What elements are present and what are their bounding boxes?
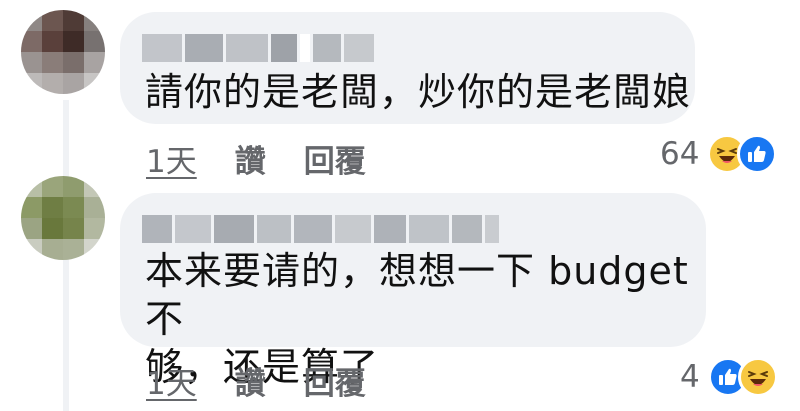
reaction-count: 4 [680,359,700,395]
avatar-pixel [21,239,42,260]
avatar-pixel [84,239,105,260]
avatar-pixel [42,10,63,31]
comment-text: 請你的是老闆，炒你的是老闆娘 [145,70,692,114]
avatar-pixel [84,52,105,73]
comment-actions: 1天 讚 回覆 [146,358,366,403]
avatar-pixel [21,52,42,73]
avatar-pixel [84,197,105,218]
avatar-pixel [21,218,42,239]
haha-icon [737,357,778,397]
author-name-blurred[interactable] [142,215,499,243]
reaction-count: 64 [660,136,700,172]
comment-bubble: 請你的是老闆，炒你的是老闆娘 [120,12,695,124]
avatar-pixel [63,197,84,218]
avatar-pixel [21,31,42,52]
avatar-pixel [63,31,84,52]
timestamp-link[interactable]: 1天 [146,358,197,403]
avatar-pixel [42,197,63,218]
comment-bubble: 本来要请的，想想一下 budget 不 够，还是算了 [120,193,706,389]
avatar[interactable] [21,176,105,260]
avatar-pixel [21,176,42,197]
reply-button[interactable]: 回覆 [304,358,366,403]
avatar-pixel [84,73,105,94]
avatar-pixel [84,176,105,197]
avatar-pixel [42,73,63,94]
like-button[interactable]: 讚 [235,136,266,181]
avatar[interactable] [21,10,105,94]
avatar-pixel [63,218,84,239]
avatar-pixel [63,52,84,73]
avatar-pixel [63,73,84,94]
avatar-pixel [84,218,105,239]
timestamp-link[interactable]: 1天 [146,136,197,181]
like-icon [737,134,778,174]
avatar-pixel [42,239,63,260]
avatar-pixel [42,176,63,197]
reaction-summary[interactable]: 4 [680,357,778,397]
reaction-summary[interactable]: 64 [660,134,778,174]
avatar-pixel [42,31,63,52]
avatar-pixel [21,10,42,31]
comment-actions: 1天 讚 回覆 [146,136,366,181]
avatar-pixel [84,31,105,52]
like-button[interactable]: 讚 [235,358,266,403]
reply-button[interactable]: 回覆 [304,136,366,181]
avatar-pixel [42,52,63,73]
avatar-pixel [42,218,63,239]
avatar-pixel [21,197,42,218]
author-name-blurred[interactable] [142,34,374,62]
avatar-pixel [63,10,84,31]
avatar-pixel [63,239,84,260]
avatar-pixel [63,176,84,197]
avatar-pixel [21,73,42,94]
avatar-pixel [84,10,105,31]
